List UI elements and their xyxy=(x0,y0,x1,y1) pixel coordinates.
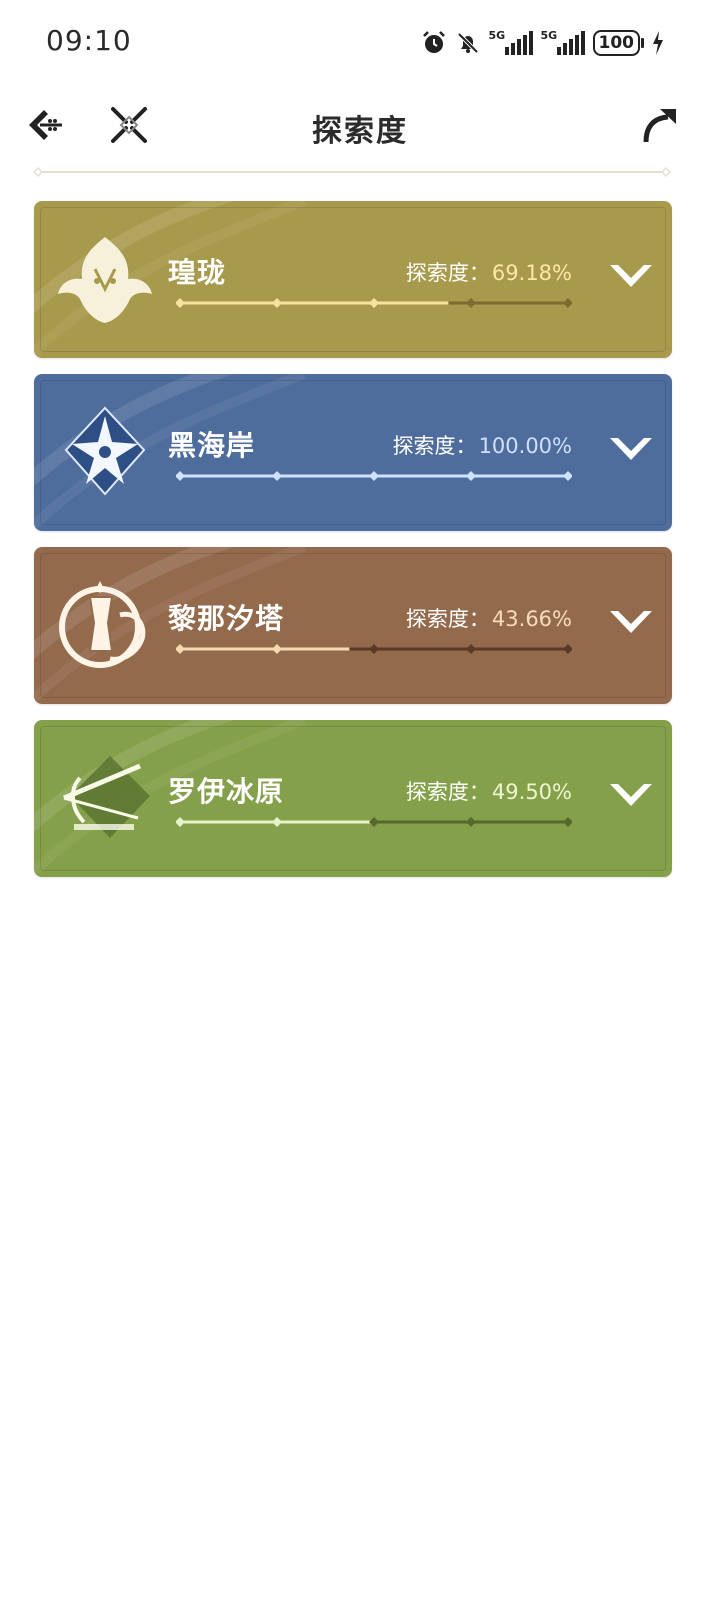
exploration-value: 69.18% xyxy=(491,261,572,285)
region-name: 黎那汐塔 xyxy=(168,602,285,635)
status-time: 09:10 xyxy=(46,24,132,57)
hourglass-emblem-icon xyxy=(50,575,160,675)
region-name: 黑海岸 xyxy=(168,429,256,462)
expand-chevron-icon[interactable] xyxy=(608,780,654,814)
signal-5g-icon-2: 5G xyxy=(541,29,585,55)
progress-milestone xyxy=(563,298,572,308)
share-arrow-icon xyxy=(643,109,676,143)
region-name: 罗伊冰原 xyxy=(168,775,285,808)
exploration-value: 43.66% xyxy=(491,607,572,631)
signal-5g-icon: 5G xyxy=(489,29,533,55)
exploration-label: 探索度： xyxy=(392,434,477,458)
exploration-value: 49.50% xyxy=(491,780,572,804)
progress-milestone xyxy=(176,644,185,654)
exploration-progress-bar xyxy=(176,471,572,481)
progress-milestone xyxy=(176,817,185,827)
arrow-emblem-icon xyxy=(50,748,160,848)
share-button[interactable] xyxy=(638,104,680,146)
region-card-2[interactable]: 黎那汐塔 探索度：43.66% xyxy=(34,547,672,704)
expand-chevron-icon[interactable] xyxy=(608,434,654,468)
top-bar: 探索度 xyxy=(0,86,720,166)
charging-icon xyxy=(652,29,664,57)
progress-milestone xyxy=(369,644,379,654)
expand-chevron-icon[interactable] xyxy=(608,607,654,641)
status-icons: 5G 5G 100 xyxy=(421,28,665,58)
exploration-progress-bar xyxy=(176,298,572,308)
progress-milestone xyxy=(563,817,572,827)
star-flower-emblem-icon xyxy=(50,402,160,502)
mute-bell-icon xyxy=(455,29,481,57)
progress-milestone xyxy=(176,298,185,308)
progress-milestone xyxy=(466,817,476,827)
exploration-progress-bar xyxy=(176,644,572,654)
exploration-percent: 探索度：43.66% xyxy=(406,603,572,633)
progress-milestone xyxy=(466,644,476,654)
progress-milestone xyxy=(369,298,379,308)
status-bar: 09:10 5G 5G 100 xyxy=(0,0,720,86)
progress-milestone xyxy=(272,471,282,481)
progress-milestone xyxy=(369,471,379,481)
expand-chevron-icon[interactable] xyxy=(608,261,654,295)
progress-milestone xyxy=(272,644,282,654)
exploration-label: 探索度： xyxy=(405,261,490,285)
progress-milestone xyxy=(466,471,476,481)
region-card-1[interactable]: 黑海岸 探索度：100.00% xyxy=(34,374,672,531)
exploration-percent: 探索度：100.00% xyxy=(393,430,572,460)
exploration-progress-bar xyxy=(176,817,572,827)
progress-milestone xyxy=(563,644,572,654)
region-card-0[interactable]: 瑝珑 探索度：69.18% xyxy=(34,201,672,358)
progress-milestone xyxy=(272,298,282,308)
region-card-3[interactable]: 罗伊冰原 探索度：49.50% xyxy=(34,720,672,877)
region-list: 瑝珑 探索度：69.18% 黑海岸 探索度：100.00% 黎那汐塔 探索度：4… xyxy=(34,201,672,893)
header-divider xyxy=(32,166,672,178)
exploration-label: 探索度： xyxy=(405,607,490,631)
region-name: 瑝珑 xyxy=(168,256,227,289)
exploration-percent: 探索度：69.18% xyxy=(406,257,572,287)
progress-milestone xyxy=(563,471,572,481)
exploration-label: 探索度： xyxy=(405,780,490,804)
exploration-percent: 探索度：49.50% xyxy=(406,776,572,806)
dragon-emblem-icon xyxy=(50,229,160,329)
battery-icon: 100 xyxy=(592,30,644,56)
progress-milestone xyxy=(369,817,379,827)
progress-milestone xyxy=(272,817,282,827)
progress-milestone xyxy=(176,471,185,481)
exploration-value: 100.00% xyxy=(478,434,572,458)
alarm-icon xyxy=(421,29,447,57)
progress-milestone xyxy=(466,298,476,308)
page-title: 探索度 xyxy=(312,114,408,149)
